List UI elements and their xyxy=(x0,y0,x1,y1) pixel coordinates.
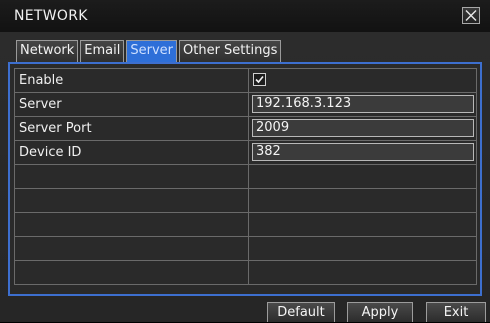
enable-label: Enable xyxy=(15,69,249,92)
tab-server[interactable]: Server xyxy=(126,40,177,62)
title-bar: NETWORK xyxy=(0,0,490,33)
empty-label-cell xyxy=(15,261,249,284)
checkmark-icon xyxy=(255,75,264,84)
exit-button[interactable]: Exit xyxy=(426,302,486,322)
server-value-cell: 192.168.3.123 xyxy=(249,93,477,116)
empty-value-cell xyxy=(249,165,477,188)
window-body: Network Email Server Other Settings Enab… xyxy=(0,32,490,322)
window-title: NETWORK xyxy=(14,8,88,24)
device-id-label: Device ID xyxy=(15,141,249,164)
device-id-value-cell: 382 xyxy=(249,141,477,164)
empty-label-cell xyxy=(15,237,249,260)
server-label: Server xyxy=(15,93,249,116)
empty-value-cell xyxy=(249,189,477,212)
tab-other-settings[interactable]: Other Settings xyxy=(179,40,282,62)
empty-value-cell xyxy=(249,237,477,260)
close-icon xyxy=(465,10,477,21)
network-settings-window: NETWORK Network Email Server Other Setti… xyxy=(0,0,490,322)
tab-email[interactable]: Email xyxy=(80,40,125,62)
enable-value-cell xyxy=(249,69,477,92)
settings-row-empty xyxy=(15,189,477,213)
tab-bar: Network Email Server Other Settings xyxy=(16,40,283,62)
settings-row-empty xyxy=(15,237,477,261)
empty-label-cell xyxy=(15,213,249,236)
enable-checkbox[interactable] xyxy=(253,73,266,86)
button-bar: Default Apply Exit xyxy=(0,302,490,322)
apply-button[interactable]: Apply xyxy=(347,302,413,322)
settings-row-device-id: Device ID 382 xyxy=(15,141,477,165)
server-port-label: Server Port xyxy=(15,117,249,140)
settings-row-empty xyxy=(15,165,477,189)
device-id-field[interactable]: 382 xyxy=(252,143,474,161)
default-button[interactable]: Default xyxy=(267,302,335,322)
settings-row-server: Server 192.168.3.123 xyxy=(15,93,477,117)
empty-label-cell xyxy=(15,189,249,212)
close-button[interactable] xyxy=(462,7,480,24)
server-address-field[interactable]: 192.168.3.123 xyxy=(252,95,474,113)
settings-row-server-port: Server Port 2009 xyxy=(15,117,477,141)
tab-network[interactable]: Network xyxy=(16,40,79,62)
settings-row-empty xyxy=(15,261,477,285)
settings-row-enable: Enable xyxy=(15,69,477,93)
empty-value-cell xyxy=(249,261,477,284)
server-port-value-cell: 2009 xyxy=(249,117,477,140)
settings-grid: Enable Server 192.168.3.123 Server Port … xyxy=(14,68,477,285)
settings-row-empty xyxy=(15,213,477,237)
empty-label-cell xyxy=(15,165,249,188)
server-settings-panel: Enable Server 192.168.3.123 Server Port … xyxy=(8,62,482,296)
server-port-field[interactable]: 2009 xyxy=(252,119,474,137)
empty-value-cell xyxy=(249,213,477,236)
